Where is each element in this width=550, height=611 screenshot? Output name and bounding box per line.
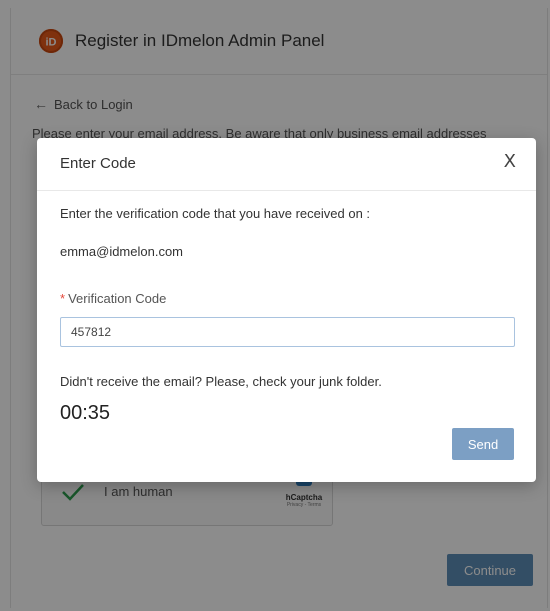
close-button[interactable]: X [504,152,516,172]
dialog-title: Enter Code [60,155,136,172]
verification-code-label-text: Verification Code [68,291,167,306]
recipient-email: emma@idmelon.com [60,244,184,259]
enter-code-dialog: Enter Code X Enter the verification code… [37,138,536,482]
send-button[interactable]: Send [452,428,514,460]
verification-code-label: * Verification Code [60,291,166,306]
dialog-header: Enter Code X [37,138,536,191]
verification-code-input[interactable] [60,317,515,347]
countdown-timer: 00:35 [60,402,111,424]
verification-prompt: Enter the verification code that you hav… [60,206,371,221]
required-marker: * [60,291,66,306]
junk-folder-hint: Didn't receive the email? Please, check … [60,374,382,389]
